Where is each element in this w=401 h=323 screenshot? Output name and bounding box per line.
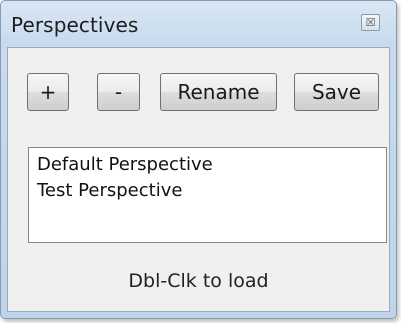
close-button[interactable]: ☒: [361, 14, 380, 31]
title-bar[interactable]: Perspectives ☒: [1, 1, 396, 43]
add-perspective-button[interactable]: +: [27, 73, 69, 111]
perspectives-window: Perspectives ☒ + - Rename Save Default P…: [0, 0, 397, 319]
save-button[interactable]: Save: [294, 73, 379, 111]
dialog-content: + - Rename Save Default Perspective Test…: [7, 47, 390, 312]
window-title: Perspectives: [11, 13, 139, 37]
list-item[interactable]: Test Perspective: [37, 178, 378, 204]
perspectives-list[interactable]: Default Perspective Test Perspective: [28, 147, 387, 243]
remove-perspective-button[interactable]: -: [97, 73, 140, 111]
rename-button[interactable]: Rename: [160, 73, 277, 111]
load-hint-label: Dbl-Clk to load: [128, 270, 269, 292]
close-icon: ☒: [365, 16, 376, 29]
list-item[interactable]: Default Perspective: [37, 152, 378, 178]
